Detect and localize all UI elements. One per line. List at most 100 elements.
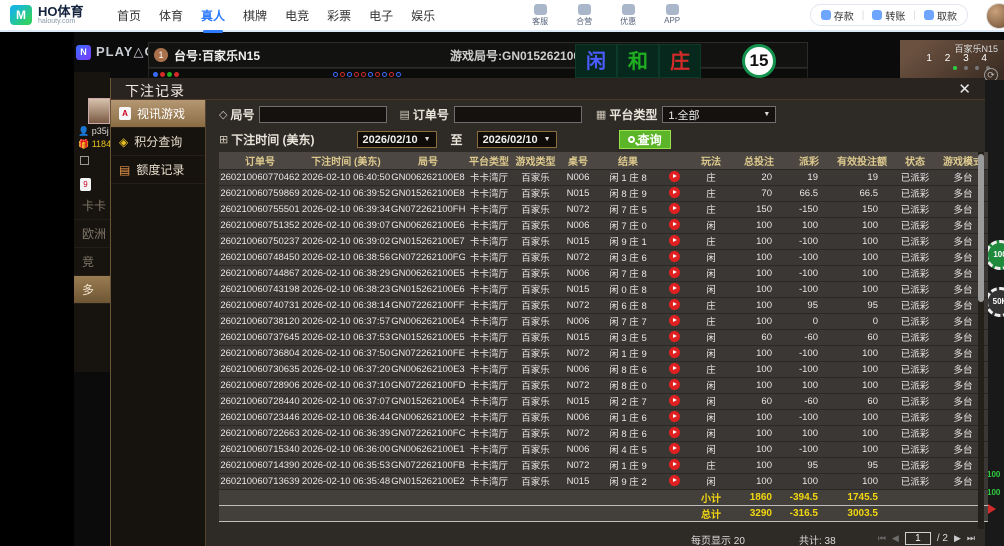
site-logo[interactable]: M HO体育 halouty.com	[0, 5, 105, 25]
lobby-menu-item-europe[interactable]: 欧洲	[74, 220, 110, 248]
cell-game-type: 百家乐	[513, 217, 558, 233]
bet-panel-tie[interactable]: 和	[617, 44, 659, 78]
cell-replay	[658, 169, 690, 185]
headset-icon	[534, 4, 547, 15]
lobby-menu-item-multitable[interactable]: 多	[74, 276, 110, 304]
cell-round-no: GN006262100E2	[391, 409, 465, 425]
replay-play-button[interactable]	[669, 267, 680, 278]
cell-play-side: 庄	[690, 201, 732, 217]
sidebar-item-points-query[interactable]: ◈ 积分查询	[111, 128, 205, 156]
user-avatar[interactable]	[986, 3, 1004, 29]
replay-play-button[interactable]	[669, 331, 680, 342]
table-row: 2602100607153402026-02-10 06:36:00GN0062…	[219, 441, 988, 457]
table-row: 2602100607136392026-02-10 06:35:48GN0152…	[219, 473, 988, 489]
last-page-icon[interactable]: ⏭	[967, 533, 975, 544]
camera-selector[interactable]: 1 2 3 4	[926, 53, 992, 64]
total-payout: -316.5	[786, 505, 832, 521]
replay-play-button[interactable]	[669, 171, 680, 182]
lobby-menu-item-kaka[interactable]: 卡卡	[74, 192, 110, 220]
cell-bet-time: 2026-02-10 06:36:00	[301, 441, 391, 457]
order-input[interactable]	[454, 106, 582, 123]
deposit-button[interactable]: 存款	[821, 8, 854, 23]
cell-platform: 卡卡湾厅	[465, 265, 513, 281]
next-page-icon[interactable]: ▶	[954, 533, 961, 544]
cell-total-bet: 100	[732, 345, 786, 361]
scrollbar-thumb[interactable]	[978, 154, 984, 302]
bet-panel-player[interactable]: 闲	[575, 44, 617, 78]
order-filter-label: 订单号	[413, 106, 449, 123]
replay-play-button[interactable]	[669, 443, 680, 454]
platform-select[interactable]: 1.全部 ▼	[662, 106, 776, 123]
nav-item-esports[interactable]: 电竞	[285, 3, 309, 28]
cell-valid-bet: 100	[832, 377, 892, 393]
date-from-select[interactable]: 2026/02/10 ▼	[357, 131, 437, 148]
page-size-label: 每页显示 20	[691, 532, 745, 546]
search-button[interactable]: 查询	[619, 130, 671, 149]
replay-play-button[interactable]	[669, 315, 680, 326]
column-header: 玩法	[690, 152, 732, 169]
bet-panel-banker[interactable]: 庄	[659, 44, 701, 78]
round-input[interactable]	[259, 106, 387, 123]
cell-order-no: 260210060723446	[219, 409, 301, 425]
customer-service-button[interactable]: 客服	[525, 4, 555, 27]
partner-button[interactable]: 合营	[569, 4, 599, 27]
nav-item-lottery[interactable]: 彩票	[327, 3, 351, 28]
replay-play-button[interactable]	[669, 283, 680, 294]
nav-item-live[interactable]: 真人	[201, 3, 225, 28]
replay-play-button[interactable]	[669, 251, 680, 262]
first-page-icon[interactable]: ⏮	[878, 533, 886, 544]
replay-play-button[interactable]	[669, 219, 680, 230]
prev-page-icon[interactable]: ◀	[892, 533, 899, 544]
cell-total-bet: 100	[732, 457, 786, 473]
nav-item-slots[interactable]: 电子	[369, 3, 393, 28]
close-icon[interactable]: ✕	[958, 80, 971, 98]
cell-total-bet: 20	[732, 169, 786, 185]
cell-game-type: 百家乐	[513, 425, 558, 441]
replay-play-button[interactable]	[669, 363, 680, 374]
nav-item-home[interactable]: 首页	[117, 3, 141, 28]
cell-result: 闲 9 庄 1	[598, 233, 658, 249]
cell-game-type: 百家乐	[513, 441, 558, 457]
cell-total-bet: 100	[732, 377, 786, 393]
cell-result: 闲 8 庄 6	[598, 361, 658, 377]
cell-game-type: 百家乐	[513, 297, 558, 313]
replay-play-button[interactable]	[669, 427, 680, 438]
cell-bet-time: 2026-02-10 06:37:53	[301, 329, 391, 345]
withdraw-button[interactable]: 取款	[924, 8, 957, 23]
nav-item-sports[interactable]: 体育	[159, 3, 183, 28]
replay-play-button[interactable]	[669, 299, 680, 310]
nav-item-chess[interactable]: 棋牌	[243, 3, 267, 28]
cell-table-no: N072	[558, 297, 598, 313]
sidebar-item-video-games[interactable]: A 视讯游戏	[111, 100, 205, 128]
tag-icon: ◇	[219, 108, 227, 121]
rank-badge: 1	[154, 48, 168, 62]
cell-table-no: N006	[558, 409, 598, 425]
bet-table-wrap: 订单号下注时间 (美东)局号平台类型游戏类型桌号结果玩法总投注派彩有效投注额状态…	[219, 152, 979, 522]
promo-button[interactable]: 优惠	[613, 4, 643, 27]
date-to-select[interactable]: 2026/02/10 ▼	[477, 131, 557, 148]
cell-bet-time: 2026-02-10 06:36:44	[301, 409, 391, 425]
countdown-timer: 15	[742, 44, 776, 78]
sidebar-item-credit-records[interactable]: ▤ 额度记录	[111, 156, 205, 184]
replay-play-button[interactable]	[669, 203, 680, 214]
replay-play-button[interactable]	[669, 379, 680, 390]
replay-play-button[interactable]	[669, 187, 680, 198]
lobby-menu-item-jingmi[interactable]: 竞	[74, 248, 110, 276]
cell-replay	[658, 185, 690, 201]
replay-play-button[interactable]	[669, 411, 680, 422]
replay-play-button[interactable]	[669, 347, 680, 358]
replay-play-button[interactable]	[669, 459, 680, 470]
cell-status: 已派彩	[892, 329, 938, 345]
cell-valid-bet: 100	[832, 249, 892, 265]
bet-records-modal: 下注记录 ✕ A 视讯游戏 ◈ 积分查询 ▤ 额度记录 ◇ 局号	[110, 78, 985, 546]
cell-platform: 卡卡湾厅	[465, 457, 513, 473]
cell-result: 闲 1 庄 9	[598, 345, 658, 361]
page-input[interactable]: 1	[905, 532, 931, 545]
replay-play-button[interactable]	[669, 395, 680, 406]
cell-valid-bet: 100	[832, 265, 892, 281]
transfer-button[interactable]: 转账	[872, 8, 905, 23]
replay-play-button[interactable]	[669, 235, 680, 246]
replay-play-button[interactable]	[669, 475, 680, 486]
nav-item-entertainment[interactable]: 娱乐	[411, 3, 435, 28]
app-button[interactable]: APP	[657, 4, 687, 27]
